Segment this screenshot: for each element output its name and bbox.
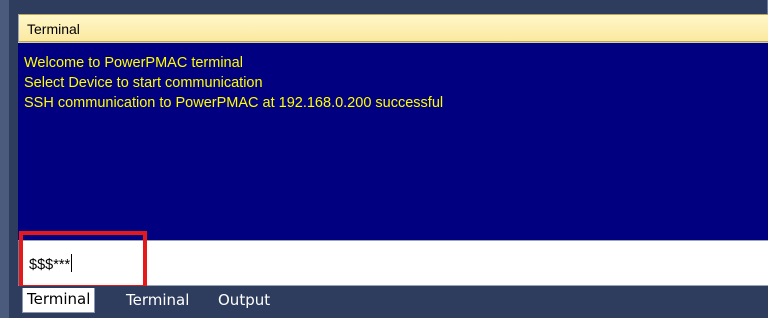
output-line: Select Device to start communication xyxy=(24,75,263,91)
output-line: SSH communication to PowerPMAC at 192.16… xyxy=(24,95,444,111)
tab-terminal[interactable]: Terminal xyxy=(122,289,193,311)
terminal-window: Terminal Welcome to PowerPMAC terminal S… xyxy=(0,0,768,318)
tab-output[interactable]: Output xyxy=(214,289,274,311)
output-line: Welcome to PowerPMAC terminal xyxy=(24,55,243,71)
command-input-text: $$$*** xyxy=(29,257,71,273)
tab-strip: Terminal Terminal Output xyxy=(18,286,768,318)
terminal-title-bar: Terminal xyxy=(18,14,768,42)
tab-terminal-active[interactable]: Terminal xyxy=(22,288,96,313)
terminal-title: Terminal xyxy=(27,21,80,37)
text-caret xyxy=(71,254,73,272)
command-input[interactable]: $$$*** xyxy=(29,254,73,273)
command-input-bar[interactable]: $$$*** xyxy=(18,240,768,286)
terminal-output[interactable]: Welcome to PowerPMAC terminal Select Dev… xyxy=(18,42,768,240)
